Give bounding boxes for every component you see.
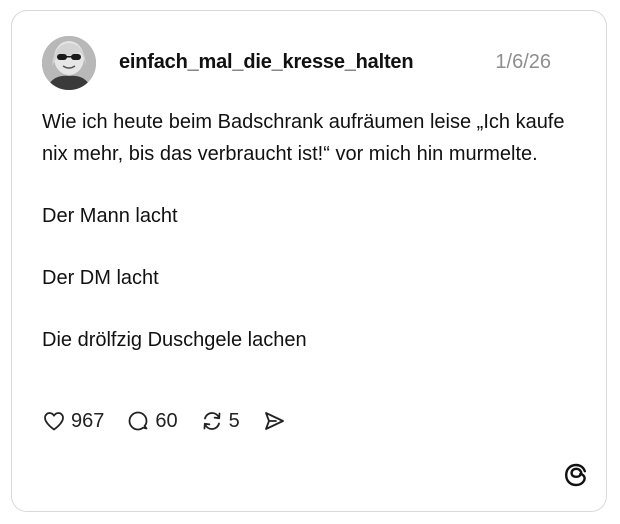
post-body: Wie ich heute beim Badschrank aufräumen … (42, 106, 572, 356)
avatar-image (42, 36, 96, 90)
post-card: einfach_mal_die_kresse_halten 1/6/26 Wie… (11, 10, 607, 512)
threads-logo-icon[interactable] (562, 461, 590, 489)
avatar[interactable] (42, 36, 96, 90)
post-date: 1/6/26 (495, 51, 551, 73)
reply-button[interactable]: 60 (126, 409, 178, 433)
post-paragraph: Die drölfzig Duschgele lachen (42, 329, 307, 351)
like-button[interactable]: 967 (42, 409, 104, 433)
repost-count: 5 (228, 409, 240, 432)
repost-button[interactable]: 5 (200, 409, 240, 433)
heart-icon (42, 409, 66, 433)
action-bar: 967 60 5 (42, 408, 308, 434)
post-paragraph: Der Mann lacht (42, 205, 178, 227)
post-paragraph: Der DM lacht (42, 267, 159, 289)
like-count: 967 (71, 409, 105, 432)
send-icon (262, 409, 286, 433)
repost-icon (200, 409, 224, 433)
comment-icon (126, 409, 150, 433)
post-paragraph: Wie ich heute beim Badschrank aufräumen … (42, 111, 565, 165)
username-link[interactable]: einfach_mal_die_kresse_halten (119, 51, 414, 74)
reply-count: 60 (155, 409, 178, 432)
share-button[interactable] (262, 409, 286, 433)
